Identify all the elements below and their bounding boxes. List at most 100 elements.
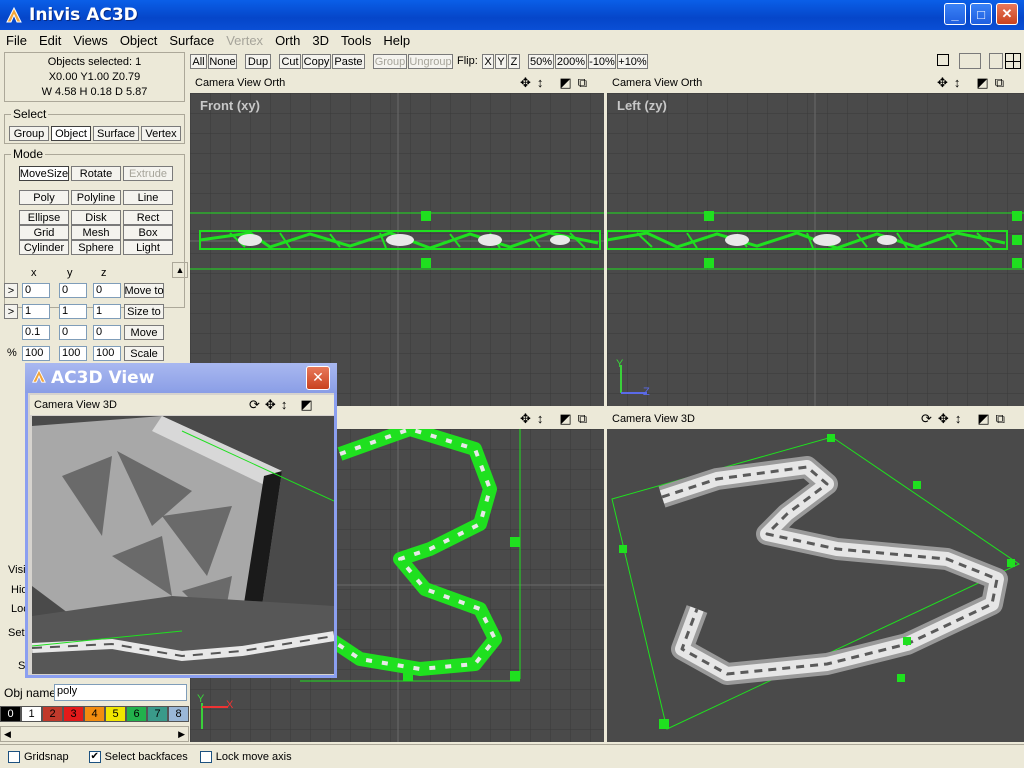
zoom-50-button[interactable]: 50% [528, 54, 554, 69]
layout-single-icon[interactable] [937, 54, 949, 66]
palette-color-3[interactable]: 3 [63, 706, 84, 722]
mode-extrude-button[interactable]: Extrude [123, 166, 173, 181]
reset-view-icon[interactable]: ◩ [300, 397, 312, 413]
zoom-in-button[interactable]: +10% [617, 54, 648, 69]
shape-ellipse-button[interactable]: Ellipse [19, 210, 69, 225]
pan-icon[interactable]: ✥ [520, 75, 531, 91]
pan-icon[interactable]: ✥ [938, 411, 949, 427]
floating-close-button[interactable]: ✕ [306, 366, 330, 390]
zoom-vertical-icon[interactable]: ↕ [955, 411, 962, 427]
persp-viewport[interactable] [607, 429, 1024, 742]
select-surface-button[interactable]: Surface [93, 126, 139, 141]
reset-view-icon[interactable]: ◩ [977, 411, 989, 427]
flip-x-button[interactable]: X [482, 54, 494, 69]
menu-3d[interactable]: 3D [306, 33, 335, 48]
zoom-vertical-icon[interactable]: ↕ [954, 75, 961, 91]
size-to-z-field[interactable]: 1 [93, 304, 121, 319]
scroll-left-icon[interactable]: ◀ [4, 729, 11, 740]
rotate-icon[interactable]: ⟳ [249, 397, 260, 413]
shape-grid-button[interactable]: Grid [19, 225, 69, 240]
group-button[interactable]: Group [373, 54, 407, 69]
persp-viewport-menu[interactable]: Camera View 3D [612, 413, 695, 425]
shape-line-button[interactable]: Line [123, 190, 173, 205]
flip-y-button[interactable]: Y [495, 54, 507, 69]
shape-polyline-button[interactable]: Polyline [71, 190, 121, 205]
zoom-200-button[interactable]: 200% [555, 54, 587, 69]
layout-four-icon[interactable] [1005, 53, 1021, 69]
scroll-up-button[interactable]: ▲ [172, 262, 188, 278]
scale-z-field[interactable]: 100 [93, 346, 121, 361]
scale-y-field[interactable]: 100 [59, 346, 87, 361]
floating-view-titlebar[interactable]: AC3D View ✕ [25, 363, 337, 393]
mode-rotate-button[interactable]: Rotate [71, 166, 121, 181]
scale-x-field[interactable]: 100 [22, 346, 50, 361]
move-to-x-field[interactable]: 0 [22, 283, 50, 298]
layout-three-icon[interactable] [989, 53, 1003, 69]
palette-scrollbar[interactable]: ◀ ▶ [0, 726, 189, 742]
menu-tools[interactable]: Tools [335, 33, 377, 48]
size-to-y-field[interactable]: 1 [59, 304, 87, 319]
size-to-expand-button[interactable]: > [4, 304, 18, 319]
shape-cylinder-button[interactable]: Cylinder [19, 240, 69, 255]
copy-button[interactable]: Copy [302, 54, 331, 69]
pan-icon[interactable]: ✥ [520, 411, 531, 427]
maximize-view-icon[interactable]: ⧉ [995, 75, 1004, 91]
mode-movesize-button[interactable]: MoveSize [19, 166, 69, 181]
paste-button[interactable]: Paste [332, 54, 365, 69]
ungroup-button[interactable]: Ungroup [408, 54, 453, 69]
move-y-field[interactable]: 0 [59, 325, 87, 340]
select-none-button[interactable]: None [208, 54, 237, 69]
lock-move-axis-checkbox[interactable] [199, 750, 212, 763]
maximize-view-icon[interactable]: ⧉ [578, 75, 587, 91]
move-to-z-field[interactable]: 0 [93, 283, 121, 298]
title-bar[interactable]: Inivis AC3D _ □ ✕ [0, 0, 1024, 30]
move-to-expand-button[interactable]: > [4, 283, 18, 298]
pan-icon[interactable]: ✥ [265, 397, 276, 413]
move-to-y-field[interactable]: 0 [59, 283, 87, 298]
size-to-button[interactable]: Size to [124, 304, 164, 319]
shape-disk-button[interactable]: Disk [71, 210, 121, 225]
zoom-vertical-icon[interactable]: ↕ [281, 397, 288, 413]
shape-light-button[interactable]: Light [123, 240, 173, 255]
shape-box-button[interactable]: Box [123, 225, 173, 240]
shape-mesh-button[interactable]: Mesh [71, 225, 121, 240]
move-z-field[interactable]: 0 [93, 325, 121, 340]
maximize-view-icon[interactable]: ⧉ [578, 411, 587, 427]
shape-sphere-button[interactable]: Sphere [71, 240, 121, 255]
maximize-view-icon[interactable]: ⧉ [996, 411, 1005, 427]
duplicate-button[interactable]: Dup [245, 54, 271, 69]
front-viewport[interactable]: Front (xy) [190, 93, 604, 406]
size-to-x-field[interactable]: 1 [22, 304, 50, 319]
palette-color-4[interactable]: 4 [84, 706, 105, 722]
pan-icon[interactable]: ✥ [937, 75, 948, 91]
rotate-icon[interactable]: ⟳ [921, 411, 932, 427]
menu-help[interactable]: Help [377, 33, 416, 48]
left-viewport-menu[interactable]: Camera View Orth [612, 77, 702, 89]
gridsnap-checkbox[interactable] [8, 750, 20, 763]
maximize-button[interactable]: □ [970, 3, 992, 25]
reset-view-icon[interactable]: ◩ [976, 75, 988, 91]
layout-two-icon[interactable] [959, 53, 981, 69]
zoom-out-button[interactable]: -10% [588, 54, 616, 69]
zoom-vertical-icon[interactable]: ↕ [537, 75, 544, 91]
floating-viewport-menu[interactable]: Camera View 3D [34, 399, 117, 411]
select-all-button[interactable]: All [190, 54, 207, 69]
palette-color-7[interactable]: 7 [147, 706, 168, 722]
zoom-vertical-icon[interactable]: ↕ [537, 411, 544, 427]
menu-vertex[interactable]: Vertex [220, 33, 269, 48]
scroll-right-icon[interactable]: ▶ [178, 729, 185, 740]
scale-button[interactable]: Scale [124, 346, 164, 361]
move-x-field[interactable]: 0.1 [22, 325, 50, 340]
shape-poly-button[interactable]: Poly [19, 190, 69, 205]
palette-color-0[interactable]: 0 [0, 706, 21, 722]
reset-view-icon[interactable]: ◩ [559, 75, 571, 91]
close-button[interactable]: ✕ [996, 3, 1018, 25]
palette-color-5[interactable]: 5 [105, 706, 126, 722]
menu-file[interactable]: File [0, 33, 33, 48]
palette-color-1[interactable]: 1 [21, 706, 42, 722]
palette-color-6[interactable]: 6 [126, 706, 147, 722]
select-vertex-button[interactable]: Vertex [141, 126, 181, 141]
obj-name-field[interactable]: poly [54, 684, 187, 701]
select-object-button[interactable]: Object [51, 126, 91, 141]
move-to-button[interactable]: Move to [124, 283, 164, 298]
